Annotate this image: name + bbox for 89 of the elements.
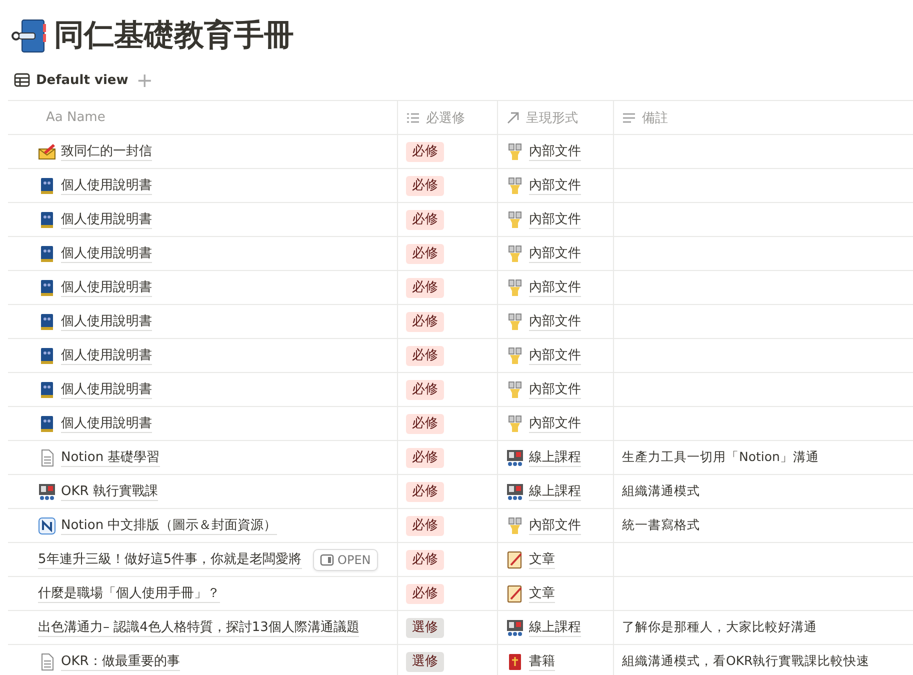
list-icon: [406, 110, 420, 124]
classroom-icon: [506, 448, 524, 466]
notepad-icon: [506, 584, 524, 602]
page-link[interactable]: Notion 中文排版（圖示＆封面資源）: [61, 516, 277, 534]
tag: 必修: [406, 482, 444, 502]
figure-icon: [506, 312, 524, 330]
note-text: 組織溝通模式: [622, 483, 700, 500]
tag: 選修: [406, 618, 444, 638]
tag: 必修: [406, 584, 444, 604]
page-link[interactable]: OKR 執行實戰課: [61, 482, 158, 500]
relation-link[interactable]: 內部文件: [529, 210, 581, 228]
tag: 必修: [406, 380, 444, 400]
note-text: 生產力工具一切用「Notion」溝通: [622, 449, 819, 466]
page-link[interactable]: 出色溝通力– 認識4色人格特質，探討13個人際溝通議題: [38, 618, 360, 636]
arrow-icon: [506, 110, 520, 124]
relation-link[interactable]: 線上課程: [529, 448, 581, 466]
book-icon: [38, 346, 56, 364]
page-link[interactable]: 個人使用說明書: [61, 312, 152, 330]
classroom-icon: [38, 482, 56, 500]
figure-icon: [506, 516, 524, 534]
tag: 必修: [406, 312, 444, 332]
page-link[interactable]: 個人使用說明書: [61, 414, 152, 432]
figure-icon: [506, 210, 524, 228]
side-panel-icon: [320, 552, 334, 566]
page-title: 同仁基礎教育手冊: [54, 17, 294, 55]
book-icon: [38, 312, 56, 330]
relation-link[interactable]: 內部文件: [529, 142, 581, 160]
page-link[interactable]: 5年連升三級！做好這5件事，你就是老闆愛將: [38, 550, 302, 568]
page-link[interactable]: OKR：做最重要的事: [61, 652, 180, 670]
figure-icon: [506, 346, 524, 364]
tag: 必修: [406, 346, 444, 366]
page-link[interactable]: 個人使用說明書: [61, 380, 152, 398]
page-link[interactable]: 個人使用說明書: [61, 244, 152, 262]
text-lines-icon: [622, 110, 636, 124]
figure-icon: [506, 142, 524, 160]
relation-link[interactable]: 文章: [529, 550, 555, 568]
figure-icon: [506, 244, 524, 262]
n-logo-icon: [38, 516, 56, 534]
tag: 必修: [406, 210, 444, 230]
relation-link[interactable]: 內部文件: [529, 278, 581, 296]
page-link[interactable]: 致同仁的一封信: [61, 142, 152, 160]
tag: 選修: [406, 652, 444, 672]
relation-link[interactable]: 文章: [529, 584, 555, 602]
tag: 必修: [406, 244, 444, 264]
tag: 必修: [406, 176, 444, 196]
tag: 必修: [406, 516, 444, 536]
figure-icon: [506, 414, 524, 432]
page-link[interactable]: 個人使用說明書: [61, 278, 152, 296]
note-text: 了解你是那種人，大家比較好溝通: [622, 619, 817, 636]
open-button[interactable]: OPEN: [312, 548, 378, 570]
page-link[interactable]: 個人使用說明書: [61, 176, 152, 194]
book-icon: [506, 652, 524, 670]
tag: 必修: [406, 448, 444, 468]
book-icon: [38, 244, 56, 262]
notebook-icon: [10, 18, 48, 54]
tag: 必修: [406, 550, 444, 570]
relation-link[interactable]: 內部文件: [529, 380, 581, 398]
book-icon: [38, 176, 56, 194]
relation-link[interactable]: 內部文件: [529, 176, 581, 194]
relation-link[interactable]: 內部文件: [529, 312, 581, 330]
book-icon: [38, 380, 56, 398]
book-icon: [38, 414, 56, 432]
note-text: 組織溝通模式，看OKR執行實戰課比較快速: [622, 653, 870, 670]
tag: 必修: [406, 142, 444, 162]
view-tab[interactable]: Default view: [14, 72, 128, 88]
classroom-icon: [506, 618, 524, 636]
relation-link[interactable]: 內部文件: [529, 346, 581, 364]
relation-link[interactable]: 內部文件: [529, 244, 581, 262]
figure-icon: [506, 380, 524, 398]
envelope-icon: [38, 142, 56, 160]
page-link[interactable]: 什麼是職場「個人使用手冊」？: [38, 584, 220, 602]
relation-link[interactable]: 線上課程: [529, 482, 581, 500]
notepad-icon: [506, 550, 524, 568]
figure-icon: [506, 278, 524, 296]
relation-link[interactable]: 內部文件: [529, 516, 581, 534]
page-link[interactable]: Notion 基礎學習: [61, 448, 160, 466]
relation-link[interactable]: 線上課程: [529, 618, 581, 636]
page-link[interactable]: 個人使用說明書: [61, 210, 152, 228]
note-text: 統一書寫格式: [622, 517, 700, 534]
tag: 必修: [406, 278, 444, 298]
tag: 必修: [406, 414, 444, 434]
table-icon: [14, 72, 30, 88]
page-link[interactable]: 個人使用說明書: [61, 346, 152, 364]
book-icon: [38, 278, 56, 296]
classroom-icon: [506, 482, 524, 500]
relation-link[interactable]: 書籍: [529, 652, 555, 670]
figure-icon: [506, 176, 524, 194]
book-icon: [38, 210, 56, 228]
relation-link[interactable]: 內部文件: [529, 414, 581, 432]
